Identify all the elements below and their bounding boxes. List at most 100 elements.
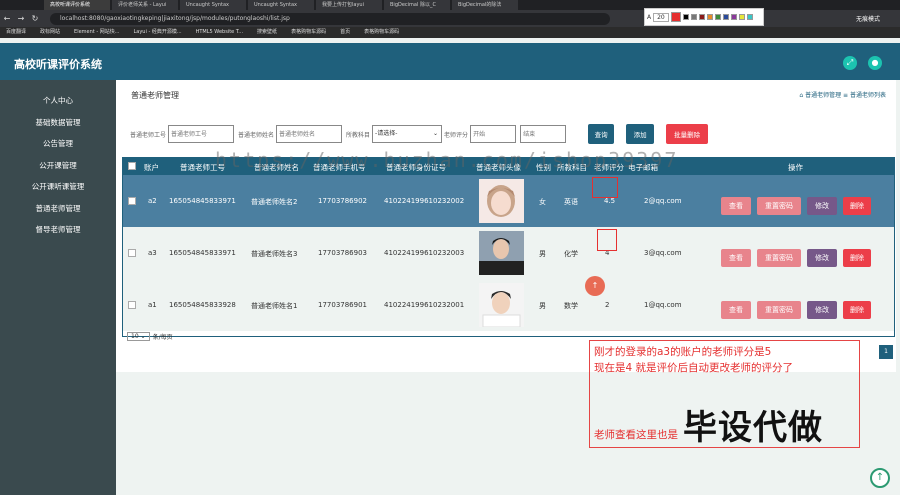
cell-phone: 17703786903 xyxy=(318,249,367,257)
breadcrumb-separator: ≡ xyxy=(843,92,849,99)
select-all-checkbox[interactable] xyxy=(128,162,136,170)
bookmark-item[interactable]: 百度翻译 xyxy=(6,27,26,38)
color-swatch[interactable] xyxy=(714,14,721,20)
page-size-select[interactable]: 10 ⌄ xyxy=(127,332,150,341)
delete-button[interactable]: 删除 xyxy=(843,197,871,215)
edit-button[interactable]: 修改 xyxy=(807,197,837,215)
page-size-value: 10 xyxy=(131,333,139,340)
cell-job-no: 165054845833928 xyxy=(169,301,236,309)
teacher-table: 账户 普通老师工号 普通老师姓名 普通老师手机号 普通老师身份证号 普通老师头像… xyxy=(122,157,895,337)
table-row: a3 165054845833971 普通老师姓名3 17703786903 4… xyxy=(123,227,894,279)
bookmarks-bar: 百度翻译 政标网站 Element - 网站快... Layui - 经典开源模… xyxy=(0,27,900,38)
view-button[interactable]: 查看 xyxy=(721,197,751,215)
score-start-input[interactable] xyxy=(470,125,517,143)
color-swatch[interactable] xyxy=(730,14,737,20)
bookmark-item[interactable]: HTML5 Website T... xyxy=(196,27,243,38)
user-icon[interactable]: ● xyxy=(868,56,882,70)
cell-id-card: 410224199610232002 xyxy=(384,197,465,205)
sidebar-item-open-class[interactable]: 公开课管理 xyxy=(0,155,116,177)
home-icon[interactable]: ⌂ xyxy=(799,92,803,99)
cell-id-card: 410224199610232003 xyxy=(384,249,465,257)
color-swatch[interactable] xyxy=(706,14,713,20)
job-no-input[interactable] xyxy=(168,125,235,143)
subject-select[interactable]: -请选择- ⌄ xyxy=(372,125,443,143)
reset-password-button[interactable]: 重置密码 xyxy=(757,197,801,215)
sidebar-item-notices[interactable]: 公告管理 xyxy=(0,133,116,155)
browser-tab[interactable]: 我要上传打包layui xyxy=(316,0,382,10)
page-size-suffix: 条/每页 xyxy=(152,334,173,341)
overlay-big-text: 毕设代做 xyxy=(683,408,823,448)
avatar xyxy=(479,231,524,275)
score-end-input[interactable] xyxy=(520,125,567,143)
bookmark-item[interactable]: 搜索壁纸 xyxy=(257,27,277,38)
cell-email: 2@qq.com xyxy=(644,197,682,205)
query-button[interactable]: 查询 xyxy=(588,124,615,144)
sidebar-item-personal-center[interactable]: 个人中心 xyxy=(0,90,116,112)
browser-tab[interactable]: Uncaught Syntax xyxy=(248,0,314,10)
row-checkbox[interactable] xyxy=(128,301,136,309)
cell-gender: 女 xyxy=(539,198,546,206)
page-title: 普通老师管理 xyxy=(131,91,179,100)
bookmark-item[interactable]: 首页 xyxy=(340,27,350,38)
browser-tab-bar: 高校听课评价系统 评价老师关系 - Layui Uncaught Syntax … xyxy=(0,0,900,10)
browser-tab[interactable]: Uncaught Syntax xyxy=(180,0,246,10)
batch-delete-button[interactable]: 批量删除 xyxy=(666,124,709,144)
page-number-button[interactable]: 1 xyxy=(879,345,893,359)
breadcrumb: ⌂ 普通老师管理 ≡ 普通老师列表 xyxy=(799,90,886,99)
font-size-value[interactable]: 20 xyxy=(653,12,669,22)
reset-password-button[interactable]: 重置密码 xyxy=(757,301,801,319)
color-swatch[interactable] xyxy=(670,12,681,22)
color-swatch[interactable] xyxy=(738,14,745,20)
delete-button[interactable]: 删除 xyxy=(843,249,871,267)
back-icon[interactable]: ← xyxy=(0,14,14,23)
browser-tab[interactable]: 高校听课评价系统 xyxy=(44,0,110,10)
breadcrumb-item: 普通老师列表 xyxy=(849,92,886,99)
color-swatch[interactable] xyxy=(682,14,689,20)
bookmark-item[interactable]: 政标网站 xyxy=(40,27,60,38)
avatar xyxy=(479,179,524,223)
color-swatch[interactable] xyxy=(690,14,697,20)
color-swatch[interactable] xyxy=(698,14,705,20)
cell-id-card: 410224199610232001 xyxy=(384,301,465,309)
bookmark-item[interactable]: 表格购物车源码 xyxy=(364,27,399,38)
edit-button[interactable]: 修改 xyxy=(807,301,837,319)
cell-score: 4.5 xyxy=(604,197,616,205)
cell-subject: 化学 xyxy=(564,250,578,258)
text-tool-icon[interactable]: A xyxy=(647,14,651,21)
reload-icon[interactable]: ↻ xyxy=(28,14,42,23)
cell-job-no: 165054845833971 xyxy=(169,249,236,257)
bookmark-item[interactable]: Element - 网站快... xyxy=(74,27,119,38)
table-row: a1 165054845833928 普通老师姓名1 17703786901 4… xyxy=(123,279,894,331)
sidebar-item-supervisors[interactable]: 督导老师管理 xyxy=(0,219,116,241)
fullscreen-icon[interactable]: ⤢ xyxy=(843,56,857,70)
browser-tab[interactable]: BigDecimal 除以_C xyxy=(384,0,450,10)
color-swatch[interactable] xyxy=(746,14,753,20)
color-swatch[interactable] xyxy=(722,14,729,20)
row-checkbox[interactable] xyxy=(128,197,136,205)
breadcrumb-item[interactable]: 普通老师管理 xyxy=(805,92,841,99)
browser-tab[interactable]: BigDecimal的除法 xyxy=(452,0,518,10)
name-input[interactable] xyxy=(276,125,343,143)
reset-password-button[interactable]: 重置密码 xyxy=(757,249,801,267)
forward-icon[interactable]: → xyxy=(14,14,28,23)
job-no-label: 普通老师工号 xyxy=(130,131,167,139)
address-bar: ← → ↻ localhost:8080/gaoxiaotingkeping|j… xyxy=(0,10,900,27)
edit-button[interactable]: 修改 xyxy=(807,249,837,267)
view-button[interactable]: 查看 xyxy=(721,249,751,267)
scroll-to-top-button[interactable]: ↑ xyxy=(870,468,890,488)
sidebar-item-basic-data[interactable]: 基础数据管理 xyxy=(0,112,116,134)
sidebar-item-teachers[interactable]: 普通老师管理 xyxy=(0,198,116,220)
cell-name: 普通老师姓名3 xyxy=(251,250,298,258)
browser-tab[interactable]: 评价老师关系 - Layui xyxy=(112,0,178,10)
url-field[interactable]: localhost:8080/gaoxiaotingkeping|jiaxito… xyxy=(50,12,610,25)
row-checkbox[interactable] xyxy=(128,249,136,257)
content-panel: 普通老师管理 ⌂ 普通老师管理 ≡ 普通老师列表 普通老师工号 普通老师姓名 所… xyxy=(116,80,896,372)
sidebar-item-open-class-audit[interactable]: 公开课听课管理 xyxy=(0,176,116,198)
view-button[interactable]: 查看 xyxy=(721,301,751,319)
cursor-indicator: ↑ xyxy=(585,276,605,296)
incognito-label[interactable]: 无痕模式 xyxy=(856,14,880,23)
add-button[interactable]: 添加 xyxy=(626,124,655,144)
bookmark-item[interactable]: Layui - 经典开源模... xyxy=(133,27,181,38)
bookmark-item[interactable]: 表格购物车源码 xyxy=(291,27,326,38)
delete-button[interactable]: 删除 xyxy=(843,301,871,319)
